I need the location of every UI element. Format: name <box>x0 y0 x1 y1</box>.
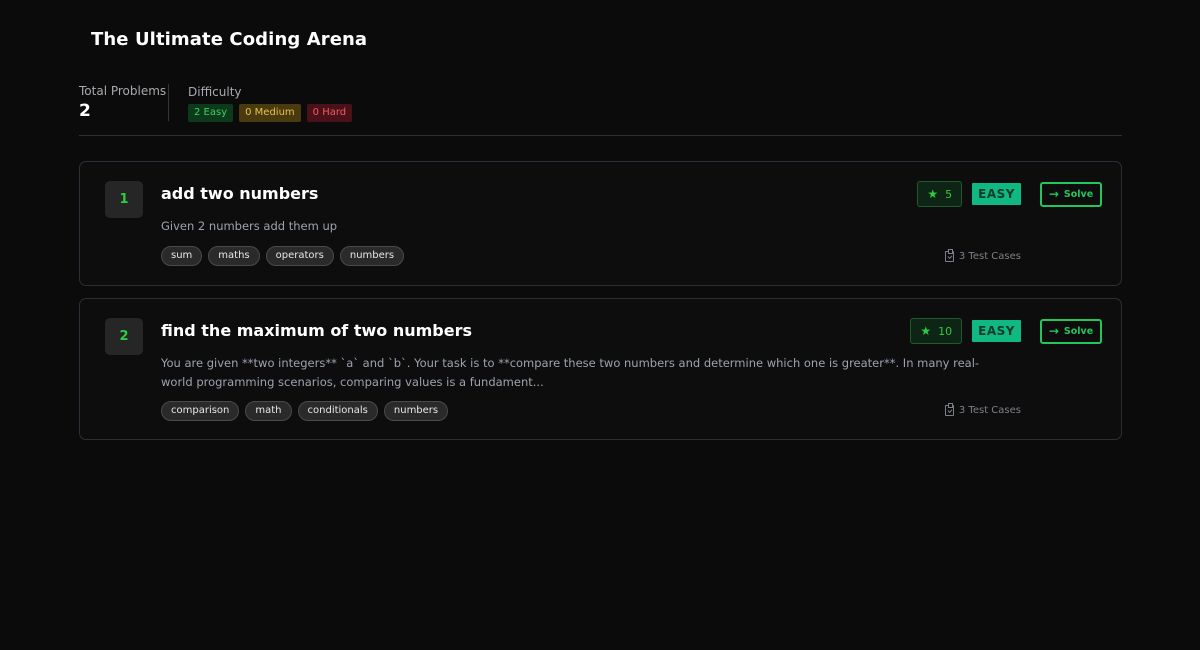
test-cases-label: 3 Test Cases <box>958 405 1021 416</box>
solve-label: Solve <box>1063 325 1094 337</box>
difficulty-label: Difficulty <box>188 85 242 99</box>
solve-label: Solve <box>1063 188 1094 200</box>
clipboard-check-icon <box>944 249 954 262</box>
tag[interactable]: numbers <box>339 246 405 266</box>
problem-card[interactable]: 1 add two numbers Given 2 numbers add th… <box>79 161 1122 286</box>
hard-count-badge: 0 Hard <box>306 104 353 122</box>
tag[interactable]: numbers <box>383 401 449 421</box>
points-badge: ★ 10 <box>910 318 963 344</box>
tag[interactable]: maths <box>208 246 260 266</box>
problem-title[interactable]: find the maximum of two numbers <box>161 321 472 340</box>
arrow-right-icon: → <box>1048 187 1059 201</box>
points-badge: ★ 5 <box>917 181 963 207</box>
total-problems-label: Total Problems <box>79 84 167 98</box>
solve-button[interactable]: → Solve <box>1040 181 1102 207</box>
total-problems-value: 2 <box>79 101 91 121</box>
star-icon: ★ <box>927 187 939 201</box>
tag[interactable]: operators <box>265 246 334 266</box>
star-icon: ★ <box>920 324 932 338</box>
problem-number: 2 <box>105 318 143 355</box>
problem-number: 1 <box>105 181 143 218</box>
clipboard-check-icon <box>944 403 954 416</box>
tag-list: comparison math conditionals numbers <box>161 401 449 421</box>
problem-description: Given 2 numbers add them up <box>161 219 338 233</box>
page-title: The Ultimate Coding Arena <box>91 29 368 50</box>
difficulty-badge: EASY <box>972 183 1021 205</box>
test-cases-info: 3 Test Cases <box>944 249 1021 262</box>
problem-title[interactable]: add two numbers <box>161 184 318 203</box>
difficulty-stat: Difficulty 2 Easy 0 Medium 0 Hard <box>188 85 353 122</box>
stats-divider <box>168 84 169 121</box>
tag[interactable]: math <box>245 401 292 421</box>
medium-count-badge: 0 Medium <box>239 104 301 122</box>
problem-card[interactable]: 2 find the maximum of two numbers You ar… <box>79 298 1122 440</box>
points-value: 5 <box>945 187 953 201</box>
easy-count-badge: 2 Easy <box>188 104 234 122</box>
difficulty-badge: EASY <box>972 320 1021 342</box>
test-cases-info: 3 Test Cases <box>944 403 1021 416</box>
stats-bar: Total Problems 2 Difficulty 2 Easy 0 Med… <box>79 84 1122 136</box>
tag[interactable]: sum <box>161 246 203 266</box>
tag[interactable]: conditionals <box>297 401 378 421</box>
total-problems-stat: Total Problems 2 <box>79 84 166 121</box>
tag-list: sum maths operators numbers <box>161 246 405 266</box>
test-cases-label: 3 Test Cases <box>958 251 1021 262</box>
points-value: 10 <box>938 324 953 338</box>
solve-button[interactable]: → Solve <box>1040 318 1102 344</box>
tag[interactable]: comparison <box>161 401 240 421</box>
problem-description: You are given **two integers** `a` and `… <box>161 356 980 389</box>
arrow-right-icon: → <box>1048 324 1059 338</box>
